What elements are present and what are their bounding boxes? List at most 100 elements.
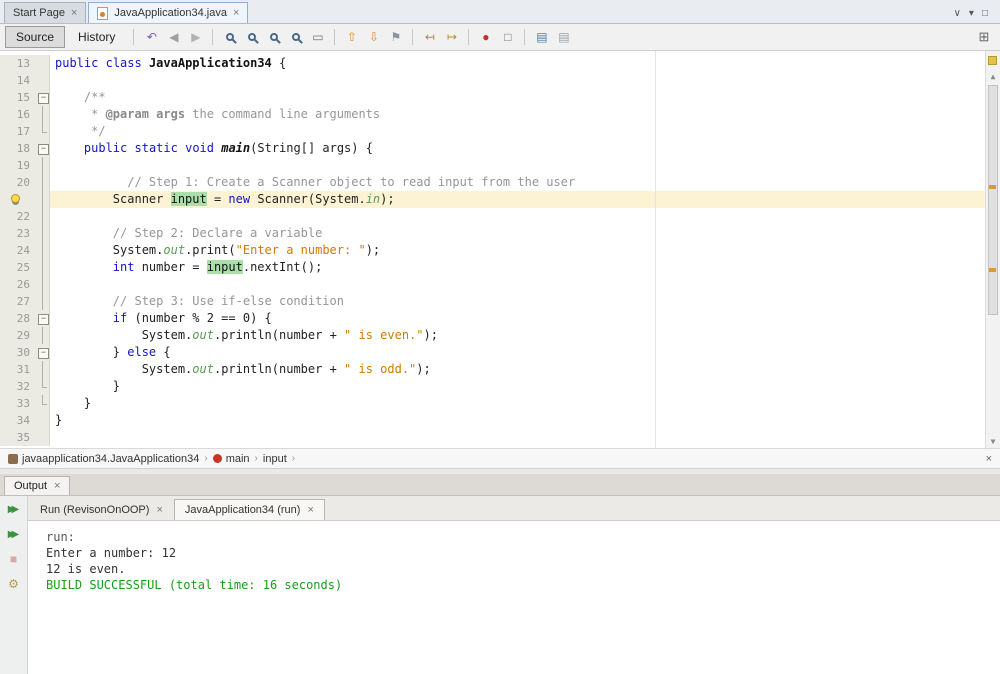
scrollbar-thumb[interactable] <box>988 85 998 315</box>
code-line[interactable]: 34} <box>0 412 1000 429</box>
code-text[interactable]: int number = input.nextInt(); <box>50 259 1000 276</box>
fold-toggle-icon[interactable] <box>36 344 50 361</box>
document-tab[interactable]: Start Page × <box>4 2 87 23</box>
breadcrumb-close-icon[interactable]: × <box>986 453 992 465</box>
tab-close-icon[interactable]: × <box>233 7 239 19</box>
code-line[interactable]: 35 <box>0 429 1000 446</box>
code-line[interactable]: 25 int number = input.nextInt(); <box>0 259 1000 276</box>
code-text[interactable]: // Step 3: Use if-else condition <box>50 293 1000 310</box>
code-text[interactable] <box>50 429 1000 446</box>
code-text[interactable]: } <box>50 378 1000 395</box>
code-text[interactable] <box>50 157 1000 174</box>
minimize-window-group-icon[interactable]: ∨ <box>954 8 961 19</box>
console-output[interactable]: run: Enter a number: 12 12 is even. BUILD S… <box>28 521 1000 674</box>
code-text[interactable] <box>50 72 1000 89</box>
code-line[interactable]: 19 <box>0 157 1000 174</box>
code-line[interactable]: 16 * @param args the command line argume… <box>0 106 1000 123</box>
shift-line-right-icon[interactable]: ↦ <box>441 27 462 48</box>
start-macro-recording-icon[interactable]: ● <box>475 27 496 48</box>
tab-close-icon[interactable]: × <box>156 504 162 516</box>
comment-icon[interactable]: ▤ <box>531 27 552 48</box>
error-stripe-mark[interactable] <box>989 268 996 272</box>
document-list-dropdown-icon[interactable]: ▾ <box>969 8 974 19</box>
rerun-icon[interactable]: ▶▶ <box>4 500 24 518</box>
previous-bookmark-icon[interactable]: ⇧ <box>341 27 362 48</box>
breadcrumb-item[interactable]: main <box>212 453 250 465</box>
code-text[interactable]: * @param args the command line arguments <box>50 106 1000 123</box>
find-selection-icon[interactable] <box>219 27 240 48</box>
rerun-with-args-icon[interactable]: ▶▶ <box>4 525 24 543</box>
hint-bulb-icon[interactable] <box>0 191 36 208</box>
code-text[interactable]: // Step 1: Create a Scanner object to re… <box>50 174 1000 191</box>
back-icon[interactable]: ◀ <box>163 27 184 48</box>
find-previous-icon[interactable] <box>263 27 284 48</box>
code-line[interactable]: 22 <box>0 208 1000 225</box>
code-text[interactable]: } <box>50 395 1000 412</box>
next-bookmark-icon[interactable]: ⇩ <box>363 27 384 48</box>
fold-toggle-icon[interactable] <box>36 310 50 327</box>
code-line[interactable]: 30 } else { <box>0 344 1000 361</box>
code-text[interactable]: /** <box>50 89 1000 106</box>
code-text[interactable]: Scanner input = new Scanner(System.in); <box>50 191 1000 208</box>
code-text[interactable]: public class JavaApplication34 { <box>50 55 1000 72</box>
breadcrumb-item[interactable]: input <box>263 453 287 465</box>
code-text[interactable]: System.out.print("Enter a number: "); <box>50 242 1000 259</box>
code-text[interactable]: // Step 2: Declare a variable <box>50 225 1000 242</box>
ant-settings-icon[interactable]: ⚙ <box>4 575 24 593</box>
code-line[interactable]: 27 // Step 3: Use if-else condition <box>0 293 1000 310</box>
code-line[interactable]: 23 // Step 2: Declare a variable <box>0 225 1000 242</box>
code-line[interactable]: 32 } <box>0 378 1000 395</box>
code-text[interactable]: System.out.println(number + " is even.")… <box>50 327 1000 344</box>
code-line[interactable]: 24 System.out.print("Enter a number: "); <box>0 242 1000 259</box>
scroll-up-icon[interactable]: ▲ <box>986 69 1000 83</box>
find-next-icon[interactable] <box>241 27 262 48</box>
code-line[interactable]: Scanner input = new Scanner(System.in); <box>0 191 1000 208</box>
breadcrumb-item[interactable]: javaapplication34.JavaApplication34 <box>8 453 199 465</box>
code-text[interactable]: } <box>50 412 1000 429</box>
run-tab[interactable]: Run (RevisonOnOOP) × <box>30 500 173 520</box>
tab-close-icon[interactable]: × <box>71 7 77 19</box>
code-line[interactable]: 14 <box>0 72 1000 89</box>
toggle-highlight-search-icon[interactable] <box>285 27 306 48</box>
code-text[interactable] <box>50 276 1000 293</box>
code-line[interactable]: 28 if (number % 2 == 0) { <box>0 310 1000 327</box>
code-line[interactable]: 33 } <box>0 395 1000 412</box>
code-editor[interactable]: 13 public class JavaApplication34 {1415 /… <box>0 51 1000 448</box>
code-text[interactable]: } else { <box>50 344 1000 361</box>
editor-scrollbar[interactable]: ▲ ▼ <box>985 51 1000 448</box>
error-stripe-mark[interactable] <box>989 185 996 189</box>
fold-toggle-icon[interactable] <box>36 140 50 157</box>
code-text[interactable]: System.out.println(number + " is odd."); <box>50 361 1000 378</box>
toolbar-overflow-icon[interactable]: ⊞ <box>973 27 995 48</box>
last-edit-position-icon[interactable]: ↶ <box>141 27 162 48</box>
source-view-button[interactable]: Source <box>5 26 66 48</box>
scroll-down-icon[interactable]: ▼ <box>986 434 1000 448</box>
shift-line-left-icon[interactable]: ↤ <box>419 27 440 48</box>
uncomment-icon[interactable]: ▤ <box>553 27 574 48</box>
stop-macro-recording-icon[interactable]: □ <box>497 27 518 48</box>
code-line[interactable]: 20 // Step 1: Create a Scanner object to… <box>0 174 1000 191</box>
code-line[interactable]: 26 <box>0 276 1000 293</box>
code-line[interactable]: 13 public class JavaApplication34 { <box>0 55 1000 72</box>
code-text[interactable]: public static void main(String[] args) { <box>50 140 1000 157</box>
fold-toggle-icon[interactable] <box>36 89 50 106</box>
document-tab[interactable]: JavaApplication34.java × <box>88 2 249 23</box>
code-line[interactable]: 17 */ <box>0 123 1000 140</box>
stop-icon[interactable]: ■ <box>4 550 24 568</box>
forward-icon[interactable]: ▶ <box>185 27 206 48</box>
code-line[interactable]: 15 /** <box>0 89 1000 106</box>
code-line[interactable]: 31 System.out.println(number + " is odd.… <box>0 361 1000 378</box>
output-window-close-icon[interactable]: × <box>54 480 60 492</box>
code-text[interactable] <box>50 208 1000 225</box>
error-stripe-summary[interactable] <box>988 56 997 65</box>
tab-close-icon[interactable]: × <box>307 504 313 516</box>
code-text[interactable]: if (number % 2 == 0) { <box>50 310 1000 327</box>
code-text[interactable]: */ <box>50 123 1000 140</box>
toggle-bookmark-icon[interactable]: ⚑ <box>385 27 406 48</box>
select-in-projects-icon[interactable]: ▭ <box>307 27 328 48</box>
history-view-button[interactable]: History <box>67 26 126 48</box>
code-line[interactable]: 29 System.out.println(number + " is even… <box>0 327 1000 344</box>
code-line[interactable]: 18 public static void main(String[] args… <box>0 140 1000 157</box>
maximize-window-icon[interactable]: □ <box>982 8 988 19</box>
output-window-tab[interactable]: Output × <box>4 476 71 495</box>
